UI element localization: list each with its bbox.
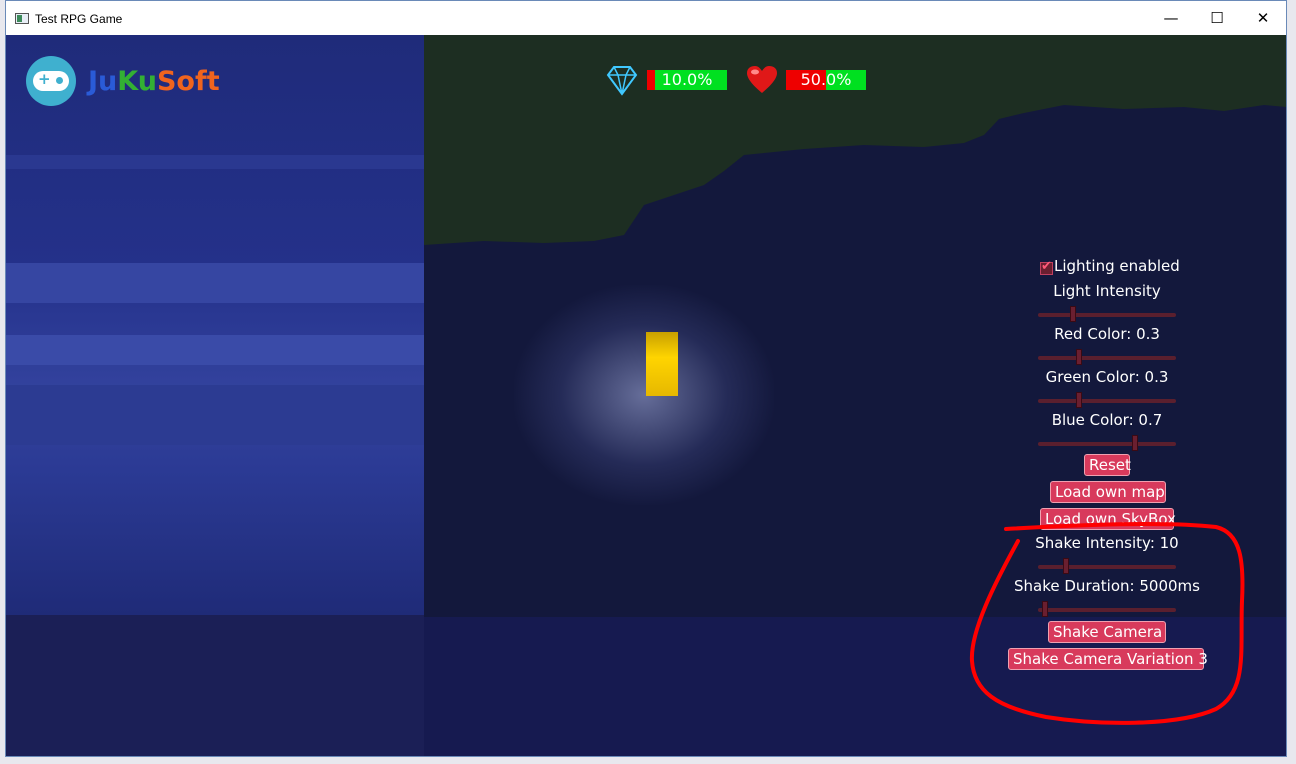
light-glow [514, 285, 774, 505]
lamp-light-source [646, 332, 678, 396]
game-window: Test RPG Game — ☐ ✕ JuKuSoft [5, 0, 1287, 757]
light-intensity-label: Light Intensity [1053, 282, 1161, 300]
diamond-icon [606, 66, 638, 96]
logo-text: JuKuSoft [88, 65, 220, 97]
health-bar: 50.0% [786, 70, 866, 90]
slider-knob[interactable] [1069, 306, 1076, 322]
game-canvas[interactable]: JuKuSoft 10.0% 50.0% Lighting enabled Li… [6, 35, 1286, 756]
green-color-slider[interactable] [1038, 392, 1176, 408]
lighting-label: Lighting enabled [1054, 257, 1180, 275]
close-button[interactable]: ✕ [1240, 1, 1286, 35]
skybox [6, 35, 424, 615]
load-map-button[interactable]: Load own map [1050, 481, 1166, 503]
health-label: 50.0% [800, 70, 852, 89]
slider-knob[interactable] [1131, 435, 1138, 451]
minimize-button[interactable]: — [1148, 1, 1194, 35]
red-color-slider[interactable] [1038, 349, 1176, 365]
blue-color-slider[interactable] [1038, 435, 1176, 451]
window-title: Test RPG Game [35, 12, 123, 26]
lighting-checkbox[interactable] [1040, 259, 1053, 275]
blue-color-label: Blue Color: 0.7 [1051, 411, 1163, 429]
minimize-icon: — [1163, 9, 1179, 27]
jukusoft-logo: JuKuSoft [26, 56, 220, 106]
app-icon [15, 13, 29, 24]
red-color-label: Red Color: 0.3 [1054, 325, 1160, 343]
red-annotation-circle [969, 521, 1245, 725]
heart-icon [747, 66, 777, 93]
grass-area [424, 35, 1286, 245]
mana-bar: 10.0% [647, 70, 727, 90]
mana-label: 10.0% [661, 70, 713, 89]
light-intensity-slider[interactable] [1038, 306, 1176, 322]
close-icon: ✕ [1256, 9, 1270, 27]
maximize-icon: ☐ [1210, 9, 1224, 27]
reset-button[interactable]: Reset [1084, 454, 1131, 476]
title-bar[interactable]: Test RPG Game — ☐ ✕ [6, 1, 1286, 35]
slider-knob[interactable] [1076, 349, 1083, 365]
slider-knob[interactable] [1076, 392, 1083, 408]
gamepad-icon [26, 56, 76, 106]
ground-left [6, 615, 424, 756]
green-color-label: Green Color: 0.3 [1045, 368, 1169, 386]
maximize-button[interactable]: ☐ [1194, 1, 1240, 35]
